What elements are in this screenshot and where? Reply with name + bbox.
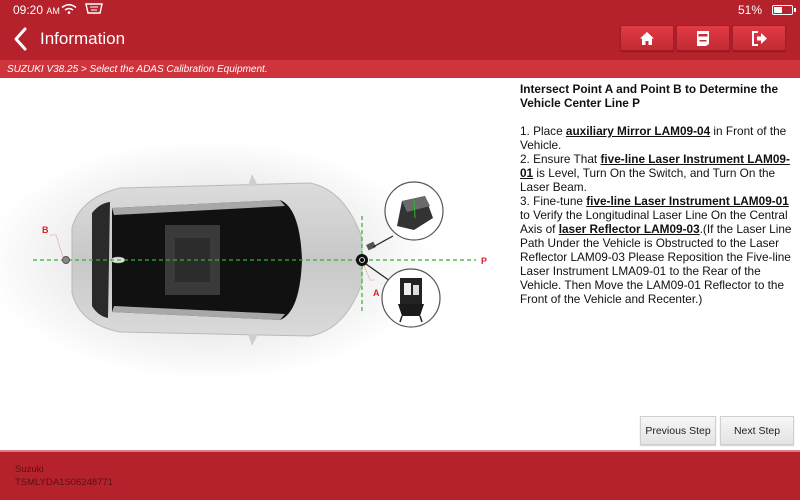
mirror-callout: [384, 181, 444, 241]
wifi-icon: [61, 4, 77, 14]
app-header: 09:20 AM 51% Information: [0, 0, 800, 60]
laser-level-callout: [381, 268, 441, 328]
time-text: 09:20: [13, 3, 44, 17]
home-icon: [640, 31, 654, 45]
instructions-panel: Intersect Point A and Point B to Determi…: [520, 82, 792, 306]
home-button[interactable]: [620, 25, 674, 51]
adas-report-button[interactable]: [676, 25, 730, 51]
vehicle-info-footer: Suzuki TSMLYDA1S06248771: [0, 450, 800, 500]
step-1-prefix: 1. Place: [520, 124, 566, 138]
exit-icon: [751, 30, 767, 46]
exit-button[interactable]: [732, 25, 786, 51]
page-title: Information: [40, 29, 126, 48]
laser-reflector-link[interactable]: laser Reflector LAM09-03: [559, 222, 700, 236]
point-b-label: B: [42, 225, 49, 235]
step-3-prefix: 3. Fine-tune: [520, 194, 587, 208]
battery-icon: [772, 5, 796, 15]
battery-percent: 51%: [737, 3, 762, 17]
next-step-button[interactable]: Next Step: [720, 416, 794, 445]
point-a-label: A: [373, 288, 380, 298]
vehicle-make: Suzuki: [15, 464, 44, 475]
instructions-title: Intersect Point A and Point B to Determi…: [520, 82, 779, 110]
previous-step-button[interactable]: Previous Step: [640, 416, 716, 445]
instruction-step-1: 1. Place auxiliary Mirror LAM09-04 in Fr…: [520, 124, 792, 152]
instruction-step-3: 3. Fine-tune five-line Laser Instrument …: [520, 194, 792, 306]
step-2-suffix: is Level, Turn On the Switch, and Turn O…: [520, 166, 776, 194]
vehicle-vin: TSMLYDA1S06248771: [15, 477, 114, 488]
laser-instrument-link-2[interactable]: five-line Laser Instrument LAM09-01: [586, 194, 789, 208]
status-time: 09:20 AM: [13, 3, 60, 17]
battery-fill: [774, 7, 783, 13]
calibration-diagram: B A P: [0, 140, 487, 380]
auxiliary-mirror-link[interactable]: auxiliary Mirror LAM09-04: [566, 124, 710, 138]
instruction-step-2: 2. Ensure That five-line Laser Instrumen…: [520, 152, 792, 194]
back-button[interactable]: [10, 26, 32, 52]
ampm-text: AM: [46, 6, 60, 16]
breadcrumb: SUZUKI V38.25 > Select the ADAS Calibrat…: [0, 60, 800, 78]
vci-connector-icon: [85, 3, 103, 14]
step-2-prefix: 2. Ensure That: [520, 152, 601, 166]
line-p-label: P: [481, 256, 487, 266]
adas-report-icon: [697, 30, 709, 46]
